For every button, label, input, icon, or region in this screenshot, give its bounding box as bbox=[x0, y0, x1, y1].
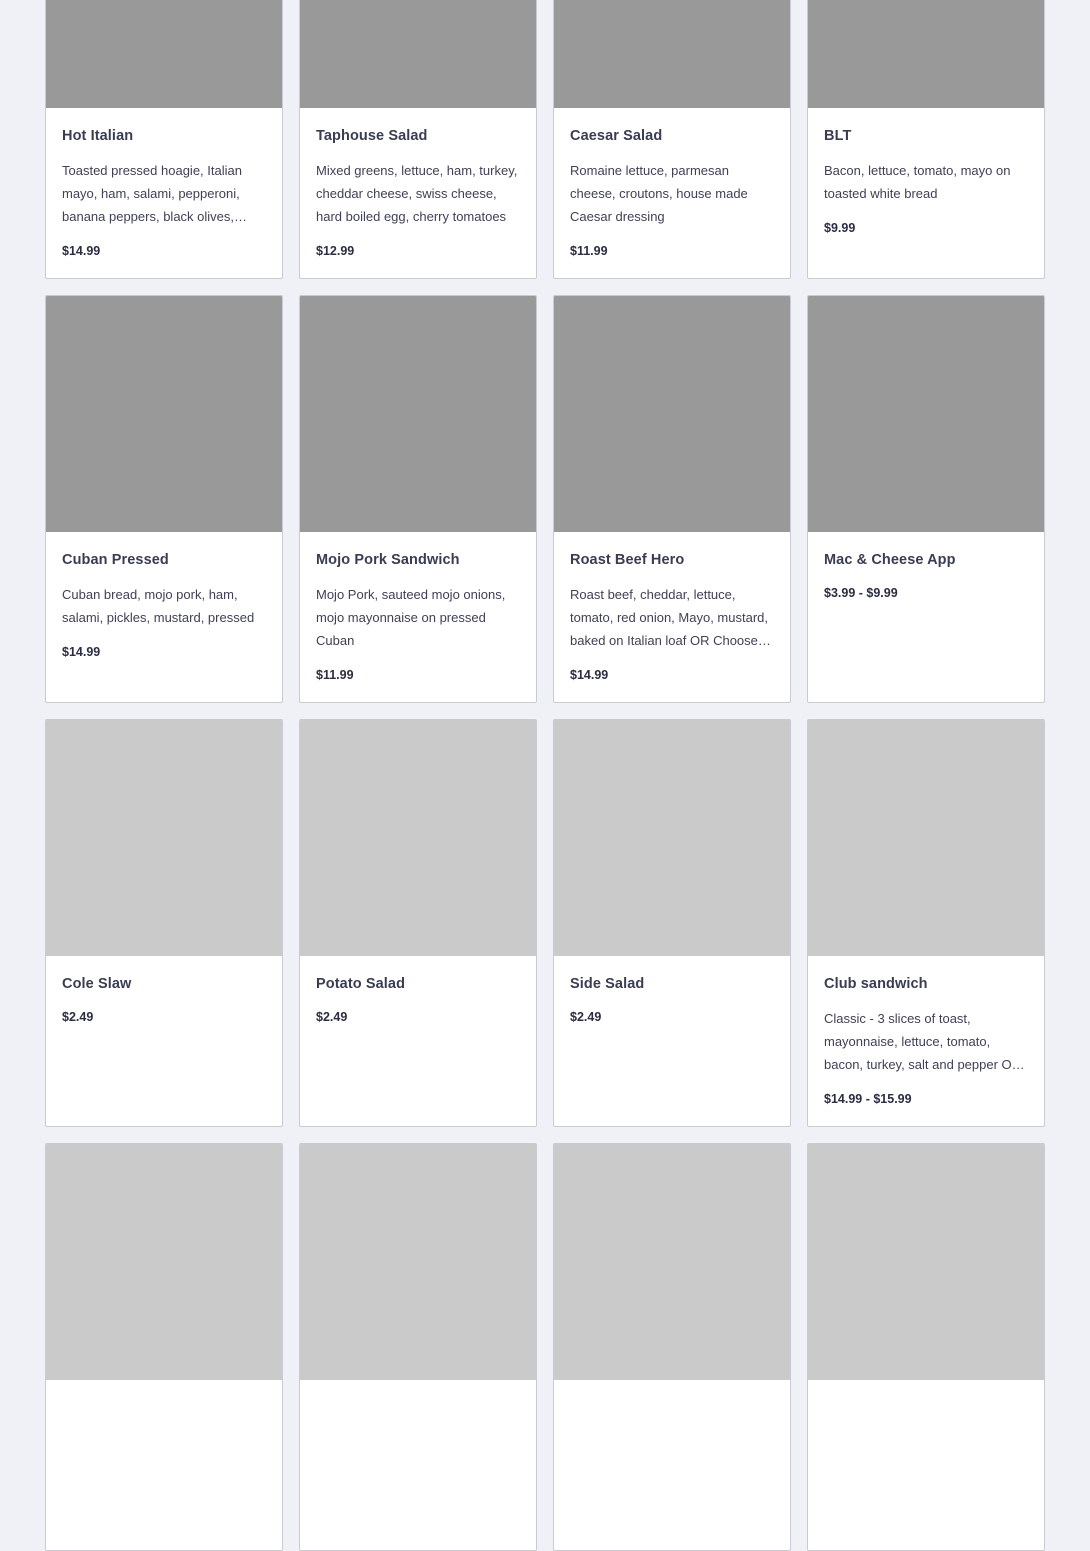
menu-item-body: Potato Salad $2.49 bbox=[300, 956, 536, 1026]
menu-item-price: $2.49 bbox=[316, 1010, 348, 1024]
menu-item-image[interactable] bbox=[808, 1144, 1044, 1380]
menu-item-image[interactable] bbox=[46, 1144, 282, 1380]
menu-item-body: Caesar Salad Romaine lettuce, parmesan c… bbox=[554, 108, 790, 260]
menu-item-price: $2.49 bbox=[62, 1010, 94, 1024]
menu-item-image[interactable] bbox=[554, 296, 790, 532]
menu-item-title[interactable]: Caesar Salad bbox=[570, 127, 774, 145]
menu-item-title[interactable]: Taphouse Salad bbox=[316, 127, 520, 145]
menu-item-title[interactable]: Club sandwich bbox=[824, 975, 1028, 993]
menu-item-image[interactable] bbox=[46, 0, 282, 108]
menu-item-card[interactable] bbox=[45, 1143, 283, 1551]
menu-item-body: Club sandwich Classic - 3 slices of toas… bbox=[808, 956, 1044, 1108]
menu-item-image[interactable] bbox=[808, 720, 1044, 956]
menu-item-image[interactable] bbox=[554, 0, 790, 108]
menu-item-card[interactable] bbox=[299, 1143, 537, 1551]
menu-item-card[interactable]: Side Salad $2.49 bbox=[553, 719, 791, 1127]
menu-item-image[interactable] bbox=[554, 1144, 790, 1380]
menu-item-description: Classic - 3 slices of toast, mayonnaise,… bbox=[824, 1011, 1022, 1072]
menu-item-image[interactable] bbox=[300, 296, 536, 532]
menu-item-description: Romaine lettuce, parmesan cheese, crouto… bbox=[570, 163, 748, 224]
menu-item-body: Cole Slaw $2.49 bbox=[46, 956, 282, 1026]
menu-item-body: Roast Beef Hero Roast beef, cheddar, let… bbox=[554, 532, 790, 684]
menu-item-description: Mojo Pork, sauteed mojo onions, mojo may… bbox=[316, 587, 506, 648]
menu-item-body: Side Salad $2.49 bbox=[554, 956, 790, 1026]
menu-item-price: $14.99 - $15.99 bbox=[824, 1092, 912, 1106]
menu-item-card[interactable]: Mojo Pork Sandwich Mojo Pork, sauteed mo… bbox=[299, 295, 537, 703]
menu-item-title[interactable]: Side Salad bbox=[570, 975, 774, 993]
menu-item-card[interactable]: Cuban Pressed Cuban bread, mojo pork, ha… bbox=[45, 295, 283, 703]
menu-item-body: BLT Bacon, lettuce, tomato, mayo on toas… bbox=[808, 108, 1044, 237]
menu-item-description: Mixed greens, lettuce, ham, turkey, ched… bbox=[316, 163, 518, 224]
menu-item-card[interactable]: Hot Italian Toasted pressed hoagie, Ital… bbox=[45, 0, 283, 279]
menu-item-card[interactable] bbox=[807, 1143, 1045, 1551]
menu-item-title[interactable]: Mac & Cheese App bbox=[824, 551, 1028, 569]
menu-item-card[interactable] bbox=[553, 1143, 791, 1551]
menu-item-body: Mac & Cheese App $3.99 - $9.99 bbox=[808, 532, 1044, 602]
menu-item-body: Taphouse Salad Mixed greens, lettuce, ha… bbox=[300, 108, 536, 260]
menu-item-body: Cuban Pressed Cuban bread, mojo pork, ha… bbox=[46, 532, 282, 661]
menu-item-price: $12.99 bbox=[316, 244, 355, 258]
menu-grid: Hot Italian Toasted pressed hoagie, Ital… bbox=[45, 0, 1045, 1551]
menu-item-price: $11.99 bbox=[316, 668, 354, 682]
menu-item-image[interactable] bbox=[554, 720, 790, 956]
menu-item-card[interactable]: Taphouse Salad Mixed greens, lettuce, ha… bbox=[299, 0, 537, 279]
menu-item-card[interactable]: Mac & Cheese App $3.99 - $9.99 bbox=[807, 295, 1045, 703]
menu-item-price: $9.99 bbox=[824, 221, 856, 235]
menu-item-title[interactable]: Potato Salad bbox=[316, 975, 520, 993]
menu-item-description: Roast beef, cheddar, lettuce, tomato, re… bbox=[570, 587, 769, 648]
menu-item-title[interactable]: Cole Slaw bbox=[62, 975, 266, 993]
menu-item-title[interactable]: BLT bbox=[824, 127, 1028, 145]
menu-item-body: Mojo Pork Sandwich Mojo Pork, sauteed mo… bbox=[300, 532, 536, 684]
menu-item-description: Cuban bread, mojo pork, ham, salami, pic… bbox=[62, 587, 255, 625]
menu-item-card[interactable]: Roast Beef Hero Roast beef, cheddar, let… bbox=[553, 295, 791, 703]
menu-item-image[interactable] bbox=[46, 296, 282, 532]
menu-item-price: $2.49 bbox=[570, 1010, 602, 1024]
menu-item-image[interactable] bbox=[808, 0, 1044, 108]
menu-item-title[interactable]: Mojo Pork Sandwich bbox=[316, 551, 520, 569]
menu-item-description: Toasted pressed hoagie, Italian mayo, ha… bbox=[62, 163, 242, 224]
menu-item-body: Hot Italian Toasted pressed hoagie, Ital… bbox=[46, 108, 282, 260]
menu-item-image[interactable] bbox=[808, 296, 1044, 532]
menu-item-card[interactable]: Caesar Salad Romaine lettuce, parmesan c… bbox=[553, 0, 791, 279]
menu-item-description: Bacon, lettuce, tomato, mayo on toasted … bbox=[824, 163, 1011, 201]
menu-item-price: $14.99 bbox=[570, 668, 609, 682]
menu-item-image[interactable] bbox=[300, 720, 536, 956]
menu-item-price: $14.99 bbox=[62, 244, 101, 258]
menu-item-image[interactable] bbox=[300, 0, 536, 108]
menu-item-title[interactable]: Cuban Pressed bbox=[62, 551, 266, 569]
menu-item-card[interactable]: Cole Slaw $2.49 bbox=[45, 719, 283, 1127]
menu-item-title[interactable]: Hot Italian bbox=[62, 127, 266, 145]
menu-item-image[interactable] bbox=[300, 1144, 536, 1380]
menu-item-card[interactable]: BLT Bacon, lettuce, tomato, mayo on toas… bbox=[807, 0, 1045, 279]
menu-item-card[interactable]: Club sandwich Classic - 3 slices of toas… bbox=[807, 719, 1045, 1127]
menu-item-card[interactable]: Potato Salad $2.49 bbox=[299, 719, 537, 1127]
menu-item-image[interactable] bbox=[46, 720, 282, 956]
menu-item-price: $14.99 bbox=[62, 645, 101, 659]
menu-item-price: $3.99 - $9.99 bbox=[824, 586, 898, 600]
menu-item-title[interactable]: Roast Beef Hero bbox=[570, 551, 774, 569]
menu-item-price: $11.99 bbox=[570, 244, 608, 258]
